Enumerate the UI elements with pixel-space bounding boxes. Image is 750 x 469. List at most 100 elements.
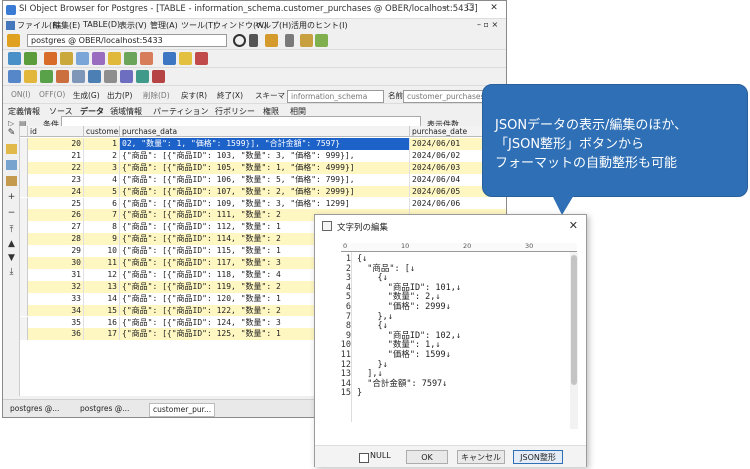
refresh-icon[interactable] [233,34,246,47]
connection-select[interactable]: postgres @ OBER/localhost:5433 [27,34,227,47]
table-row[interactable]: 23 4 {"商品": [{"商品ID": 106, "数量": 5, "価格": … [20,173,506,186]
cell-customer-id[interactable]: 12 [84,268,120,281]
menu-edit[interactable]: 編集(E) [53,20,80,31]
code-line[interactable]: "合計金額": 7597↓ [357,379,447,390]
text-editor[interactable]: 1 {↓ 2 "商品": [↓ 3 {↓ 4 "商品ID": 101,↓ 5 "数量": … [337,252,577,429]
cell-customer-id[interactable]: 13 [84,280,120,293]
window-tab-3[interactable]: customer_pur... [149,403,216,417]
scrollbar-thumb[interactable] [571,255,577,385]
paste-row-icon[interactable] [6,176,17,186]
menu-admin[interactable]: 管理(A) [150,20,178,31]
monitor-icon[interactable] [88,70,101,83]
cell-id[interactable]: 33 [28,292,84,305]
window-tab-1[interactable]: postgres @... [7,403,62,415]
table-icon[interactable] [24,52,37,65]
table-row[interactable]: 22 3 {"商品": [{"商品ID": 105, "数量": 1, "価格": … [20,161,506,174]
cell-id[interactable]: 25 [28,197,84,210]
menu-tips[interactable]: 活用のヒント(I) [291,20,348,31]
first-row-icon[interactable]: ⤒ [6,225,17,235]
session-icon[interactable] [120,70,133,83]
table-row[interactable]: 21 2 {"商品": [{"商品ID": 103, "数量": 3, "価格": … [20,149,506,162]
cell-customer-id[interactable]: 3 [84,161,120,174]
cell-id[interactable]: 27 [28,221,84,234]
cell-customer-id[interactable]: 11 [84,257,120,269]
generate-button[interactable]: 生成(G) [73,90,100,101]
cell-id[interactable]: 32 [28,280,84,293]
cell-purchase-data[interactable]: 02, "数量": 1, "価格": 1599}], "合計金額": 7597} [120,138,410,150]
cell-purchase-data[interactable]: {"商品": [{"商品ID": 103, "数量": 3, "価格": 999… [120,149,410,162]
view-icon[interactable] [76,52,89,65]
on-button[interactable]: ON(I) [11,90,31,99]
next-row-icon[interactable]: ▼ [6,253,17,263]
cell-customer-id[interactable]: 9 [84,233,120,246]
cell-id[interactable]: 21 [28,149,84,162]
prev-row-icon[interactable]: ▲ [6,239,17,249]
function-icon[interactable] [92,52,105,65]
cell-id[interactable]: 26 [28,209,84,222]
browser-icon[interactable] [8,70,21,83]
cancel-button[interactable]: キャンセル [457,450,505,464]
lamp-icon[interactable] [24,70,37,83]
cell-id[interactable]: 29 [28,245,84,257]
col-customer-id[interactable]: customer_id [84,126,120,137]
menu-view[interactable]: 表示(V) [119,20,147,31]
minimize-button[interactable]: – [435,3,457,16]
null-checkbox[interactable] [359,453,369,463]
cell-purchase-data[interactable]: {"商品": [{"商品ID": 109, "数量": 3, "価格": 129… [120,197,410,210]
sequence-icon[interactable] [108,52,121,65]
revert-button[interactable]: 戻す(R) [181,90,207,101]
table-row[interactable]: 24 5 {"商品": [{"商品ID": 107, "数量": 2, "価格": … [20,185,506,198]
import-icon[interactable] [72,70,85,83]
col-purchase-data[interactable]: purchase_data [120,126,410,137]
cell-customer-id[interactable]: 10 [84,245,120,257]
schema-select[interactable]: information_schema [287,90,384,103]
last-row-icon[interactable]: ⤓ [6,267,17,277]
cell-id[interactable]: 28 [28,233,84,246]
table-row[interactable]: 20 1 02, "数量": 1, "価格": 1599}], "合計金額": 75… [20,138,506,150]
copy-icon[interactable] [300,34,313,47]
copy-row-icon[interactable] [6,160,17,170]
cell-customer-id[interactable]: 4 [84,173,120,186]
redo-icon[interactable] [265,34,278,47]
menu-tools[interactable]: ツール(T) [181,20,216,31]
cell-purchase-data[interactable]: {"商品": [{"商品ID": 107, "数量": 2, "価格": 299… [120,185,410,198]
compare-icon[interactable] [40,70,53,83]
cell-id[interactable]: 36 [28,328,84,341]
connect-icon[interactable] [7,34,20,47]
cell-id[interactable]: 20 [28,138,84,150]
package-icon[interactable] [140,52,153,65]
ok-button[interactable]: OK [406,450,448,464]
add-icon[interactable]: + [6,192,17,202]
table-row[interactable]: 25 6 {"商品": [{"商品ID": 109, "数量": 3, "価格": … [20,197,506,210]
cell-customer-id[interactable]: 14 [84,292,120,305]
col-id[interactable]: id [28,126,84,137]
undo-icon[interactable] [249,34,258,47]
menu-help[interactable]: ヘルプ(H) [255,20,291,31]
cell-id[interactable]: 31 [28,268,84,281]
cell-customer-id[interactable]: 15 [84,304,120,317]
cell-customer-id[interactable]: 17 [84,328,120,341]
trigger-icon[interactable] [124,52,137,65]
exit-button[interactable]: 終了(X) [217,90,243,101]
code-line[interactable]: } [357,389,362,399]
insert-row-icon[interactable] [6,144,17,154]
cell-customer-id[interactable]: 6 [84,197,120,210]
cell-id[interactable]: 24 [28,185,84,198]
stats-icon[interactable] [136,70,149,83]
report-icon[interactable] [195,52,208,65]
index-icon[interactable] [60,52,73,65]
schema-icon[interactable] [8,52,21,65]
cell-id[interactable]: 22 [28,161,84,174]
cell-customer-id[interactable]: 5 [84,185,120,198]
edit-row-icon[interactable]: ✎ [6,128,17,138]
paste-icon[interactable] [315,34,328,47]
mdi-controls[interactable]: – ▫ × [477,20,498,29]
grid-icon[interactable] [179,52,192,65]
sql-icon[interactable] [163,52,176,65]
close-button[interactable]: ✕ [483,3,505,16]
off-button[interactable]: OFF(O) [39,90,65,99]
settings-icon[interactable] [152,70,165,83]
window-tab-2[interactable]: postgres @... [77,403,132,415]
cell-customer-id[interactable]: 2 [84,149,120,162]
cell-customer-id[interactable]: 8 [84,221,120,234]
